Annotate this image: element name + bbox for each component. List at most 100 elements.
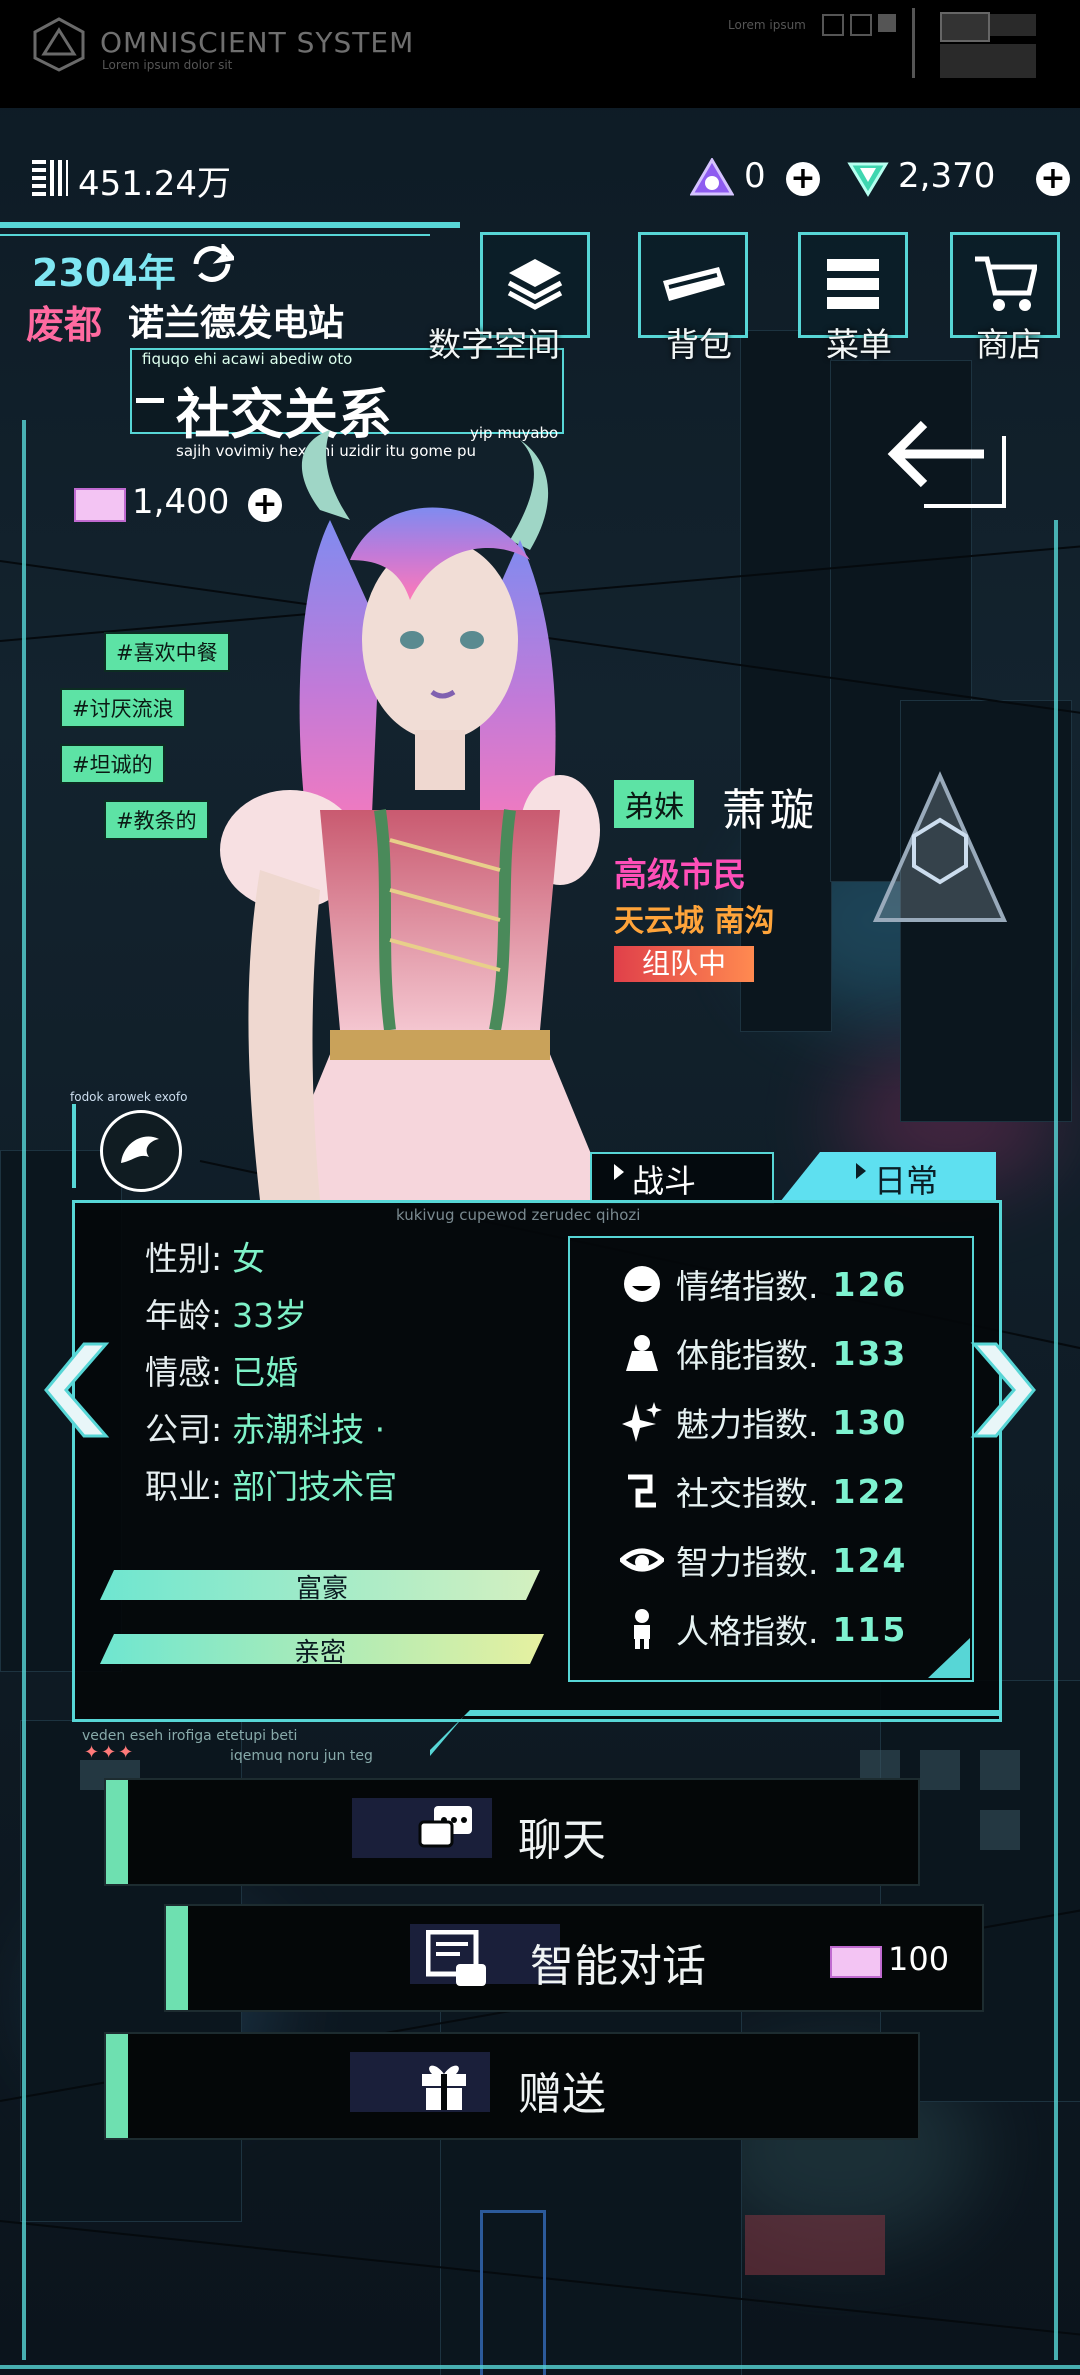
- fitness-icon: [626, 1335, 658, 1371]
- faction-emblem-icon: [872, 771, 1008, 922]
- ai-chat-button[interactable]: 智能对话 100: [164, 1904, 984, 2012]
- emblem-caption: fodok arowek exofo: [70, 1090, 188, 1104]
- back-arrow-icon[interactable]: [884, 414, 1014, 514]
- info-row-job: 职业: 部门技术官: [145, 1460, 397, 1508]
- list-icon: [827, 259, 879, 309]
- info-label: 情感:: [145, 1353, 223, 1392]
- ai-terminal-icon: [426, 1930, 486, 1986]
- sparkle-icon: [622, 1402, 662, 1442]
- system-subtitle: Lorem ipsum dolor sit: [102, 58, 233, 72]
- gift-icon: [422, 2065, 466, 2110]
- stat-row-personality: 人格指数. 115: [620, 1605, 907, 1653]
- stat-label: 智力指数.: [676, 1543, 819, 1582]
- window-fill-icon: [878, 14, 896, 32]
- info-label: 年龄:: [145, 1296, 223, 1335]
- info-value: 33岁: [232, 1296, 308, 1335]
- gem-icon: [690, 158, 734, 196]
- panel-caption-top: kukivug cupewod zerudec qihozi: [396, 1206, 641, 1224]
- info-value: 赤潮科技 ·: [232, 1410, 386, 1449]
- omniscient-logo-icon: [33, 17, 85, 72]
- ai-chat-button-label: 智能对话: [530, 1941, 706, 1992]
- tag-chip: #喜欢中餐: [104, 632, 230, 672]
- gift-button-label: 赠送: [518, 2069, 606, 2120]
- stat-row-social: 社交指数. 122: [620, 1467, 907, 1515]
- info-label: 性别:: [145, 1239, 223, 1278]
- info-value: 部门技术官: [232, 1467, 398, 1506]
- info-value: 女: [232, 1239, 266, 1278]
- ticket-icon: [74, 488, 126, 522]
- prev-character-button[interactable]: [44, 1340, 110, 1440]
- citizen-rank: 高级市民: [614, 855, 746, 894]
- info-row-age: 年龄: 33岁: [145, 1289, 307, 1337]
- next-character-button[interactable]: [970, 1340, 1036, 1440]
- stat-label: 体能指数.: [676, 1336, 819, 1375]
- ai-chat-cost: 100: [888, 1940, 950, 1978]
- stat-value: 122: [832, 1471, 908, 1511]
- gift-button[interactable]: 赠送: [104, 2032, 920, 2140]
- menu-digital-space-label: 数字空间: [428, 325, 560, 364]
- triangle-icon: [614, 1164, 624, 1180]
- stat-value: 115: [832, 1609, 908, 1649]
- layers-icon: [507, 259, 563, 310]
- person-icon: [634, 1609, 650, 1649]
- character-portrait: [180, 430, 680, 1200]
- year-label: 2304年: [32, 251, 176, 295]
- home-location: 天云城 南沟: [614, 904, 775, 939]
- money-icon: [32, 160, 68, 196]
- stat-row-intellect: 智力指数. 124: [620, 1536, 907, 1584]
- stars-icon: ✦✦✦: [84, 1742, 136, 1763]
- add-crystal-button[interactable]: +: [1036, 162, 1070, 196]
- info-row-gender: 性别: 女: [145, 1232, 265, 1280]
- panel-caption-bottom-2: iqemuq noru jun teg: [230, 1748, 373, 1764]
- system-title: OMNISCIENT SYSTEM: [100, 26, 415, 59]
- dragon-emblem-icon[interactable]: [100, 1110, 182, 1192]
- system-mini-label: Lorem ipsum: [728, 18, 806, 32]
- cart-icon: [975, 256, 1037, 311]
- place-label: 诺兰德发电站: [128, 303, 345, 344]
- intimacy-bar-label: 亲密: [294, 1638, 347, 1668]
- info-value: 已婚: [232, 1353, 299, 1392]
- wealth-bar-label: 富豪: [296, 1574, 349, 1604]
- info-label: 职业:: [145, 1467, 223, 1506]
- social-icon: [628, 1474, 656, 1508]
- stat-value: 133: [832, 1333, 908, 1373]
- mood-icon: [624, 1266, 660, 1302]
- window-close-icon: [850, 14, 872, 36]
- crystal-icon: [847, 162, 889, 197]
- bag-icon: [663, 267, 725, 301]
- triangle-icon: [856, 1163, 866, 1179]
- relation-badge: 弟妹: [614, 780, 694, 828]
- stat-label: 情绪指数.: [676, 1267, 819, 1306]
- system-top-bar: OMNISCIENT SYSTEM Lorem ipsum dolor sit …: [0, 0, 1080, 108]
- info-row-company: 公司: 赤潮科技 ·: [145, 1403, 385, 1451]
- tag-chip: #教条的: [104, 800, 209, 840]
- chat-button[interactable]: 聊天: [104, 1778, 920, 1886]
- stat-row-charm: 魅力指数. 130: [620, 1398, 907, 1446]
- menu-list-label: 菜单: [826, 325, 892, 364]
- tab-daily-label: 日常: [874, 1162, 939, 1200]
- team-status-badge: 组队中: [614, 946, 754, 982]
- chat-button-label: 聊天: [518, 1815, 606, 1866]
- chat-bubble-icon: [418, 1806, 472, 1848]
- ticket-icon: [830, 1946, 882, 1978]
- add-gem-button[interactable]: +: [786, 162, 820, 196]
- stat-row-mood: 情绪指数. 126: [620, 1260, 907, 1308]
- tab-battle[interactable]: 战斗: [590, 1152, 774, 1204]
- tab-battle-label: 战斗: [632, 1162, 697, 1200]
- crystal-amount: 2,370: [898, 156, 996, 196]
- city-label: 废都: [26, 303, 103, 347]
- stat-value: 124: [832, 1540, 908, 1580]
- character-name: 萧璇: [722, 785, 818, 836]
- stat-row-fitness: 体能指数. 133: [620, 1329, 907, 1377]
- stat-label: 魅力指数.: [676, 1405, 819, 1444]
- eye-icon: [620, 1548, 664, 1572]
- tag-chip: #讨厌流浪: [60, 688, 186, 728]
- money-amount: 451.24万: [78, 164, 231, 204]
- system-status-icon: [940, 12, 990, 42]
- menu-shop-label: 商店: [976, 325, 1042, 364]
- menu-backpack-label: 背包: [666, 325, 732, 364]
- info-row-relationship: 情感: 已婚: [145, 1346, 298, 1394]
- stat-label: 人格指数.: [676, 1612, 819, 1651]
- tag-chip: #坦诚的: [60, 744, 165, 784]
- page-title-caption-top: fiquqo ehi acawi abediw oto: [142, 350, 353, 368]
